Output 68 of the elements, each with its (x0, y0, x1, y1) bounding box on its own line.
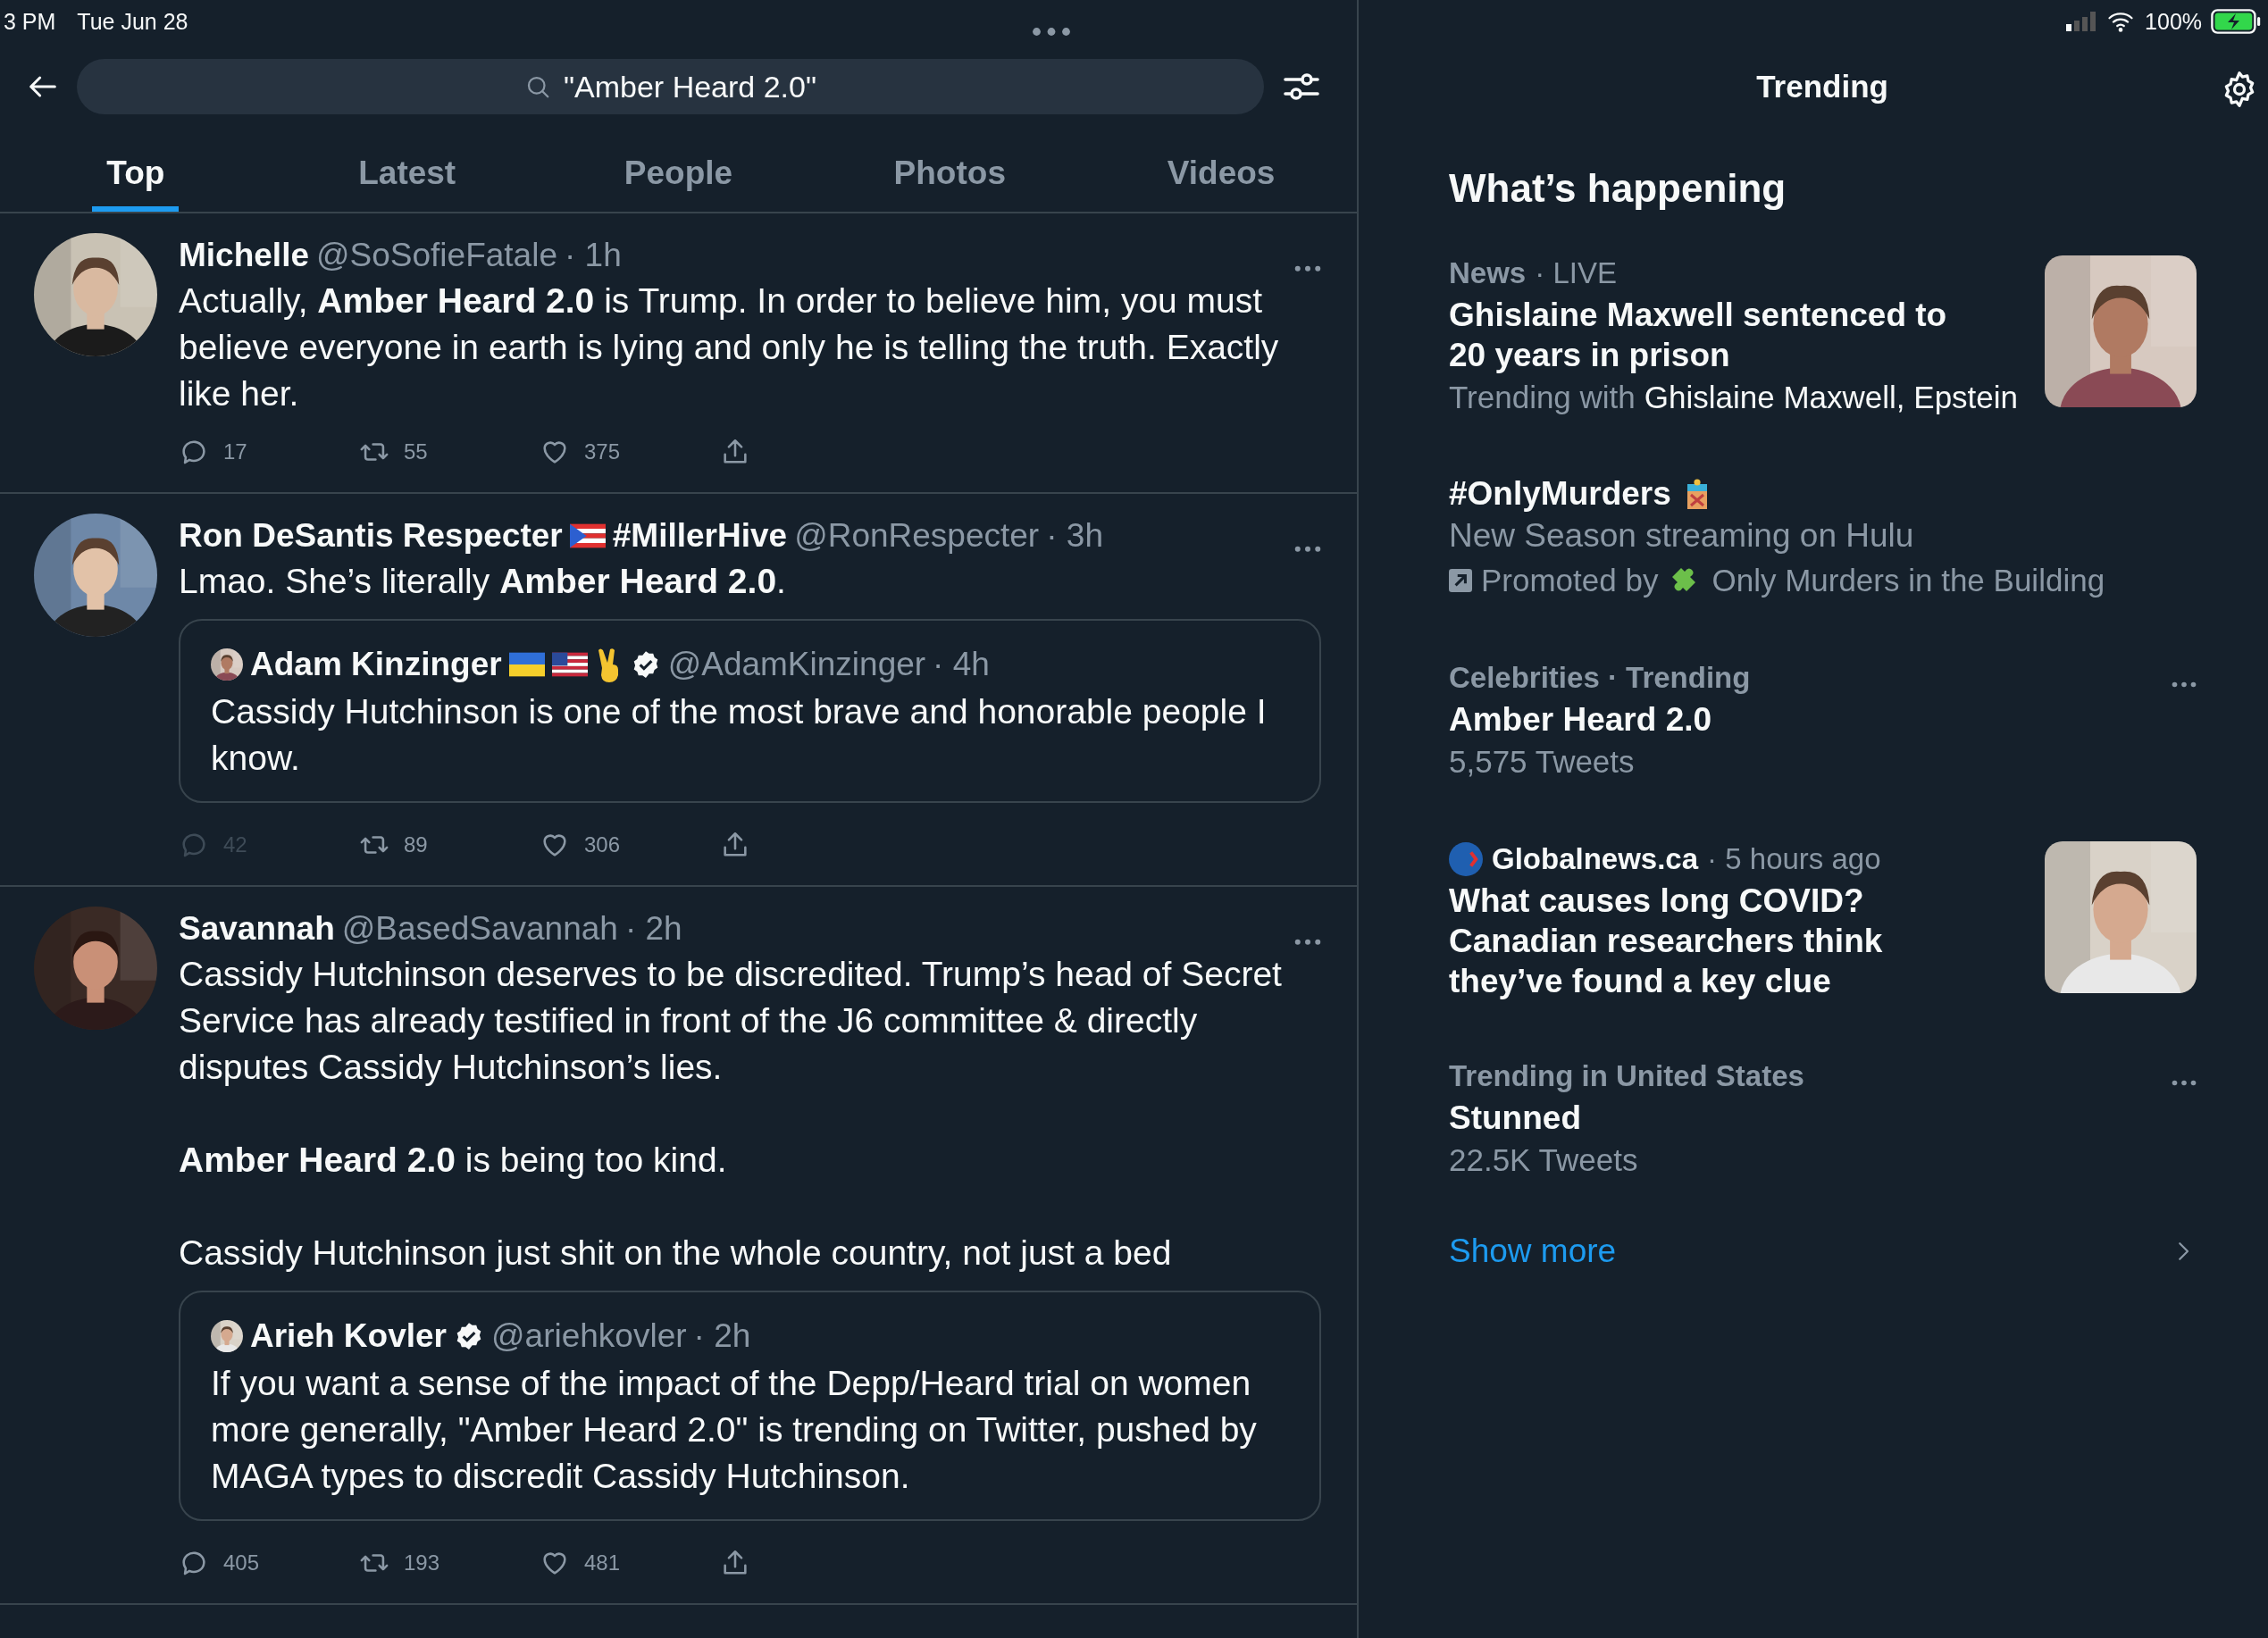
user-name: Adam Kinzinger (250, 646, 502, 683)
search-field[interactable]: "Amber Heard 2.0" (77, 59, 1264, 114)
user-name: Michelle (179, 237, 309, 274)
tweet-text: Amber Heard 2.0 is being too kind. (179, 1140, 728, 1181)
live-label: · LIVE (1535, 255, 1617, 291)
tweet-time: · 4h (933, 646, 990, 683)
trend-context: Trending in United States (1449, 1058, 1804, 1094)
tweet-text: Cassidy Hutchinson just shit on the whole country, not just a bed (179, 1233, 1173, 1274)
user-handle: @AdamKinzinger (667, 646, 926, 683)
tweet-text: Actually, Amber Heard 2.0 is Trump. In order to believe him, you must believe everyone in earth is lying and only he is telling the truth. Exactly like her. (179, 280, 1280, 414)
panel-title: Trending (1756, 69, 1888, 104)
tweet-count: 22.5K Tweets (1449, 1141, 1638, 1179)
promoted-label: Promoted by (1481, 562, 1659, 599)
trending-names: Ghislaine Maxwell, Epstein (1644, 379, 2019, 416)
trend-title: Stunned (1449, 1099, 1582, 1138)
user-name: Arieh Kovler (250, 1317, 447, 1355)
trend-context: Celebrities · Trending (1449, 660, 1751, 696)
search-query: "Amber Heard 2.0" (563, 69, 816, 104)
tweet-count: 5,575 Tweets (1449, 743, 1635, 781)
retweet-button[interactable]: 89 (359, 830, 428, 860)
user-handle: @SoSofieFatale (316, 237, 557, 274)
search-tab[interactable]: Videos (1152, 130, 1290, 212)
status-date: Tue Jun 28 (77, 8, 188, 35)
user-handle: @ariehkovler (491, 1317, 687, 1355)
tweet-time: · 1h (565, 237, 622, 274)
trend-item[interactable]: Globalnews.ca · 5 hours ago What causes long COVID? Canadian researchers think they’ve found a key clue (1359, 823, 2268, 1040)
search-tab[interactable]: Top (92, 130, 180, 212)
retweet-button[interactable]: 55 (359, 437, 428, 467)
reply-button[interactable]: 405 (179, 1548, 260, 1578)
quoted-text: Cassidy Hutchinson is one of the most brave and honorable people I know. (211, 691, 1268, 779)
search-tab[interactable]: Latest (344, 130, 471, 212)
battery-percentage: 100% (2145, 8, 2203, 35)
like-button[interactable]: 306 (540, 830, 621, 860)
search-tab[interactable]: Photos (879, 130, 1020, 212)
like-button[interactable]: 481 (540, 1548, 621, 1578)
trend-title: #OnlyMurders (1449, 474, 1671, 514)
trend-item[interactable]: Trending in United States Stunned 22.5K Tweets (1359, 1040, 2268, 1222)
trend-title: Ghislaine Maxwell sentenced to 20 years in prison (1449, 296, 1948, 375)
trending-with-label: Trending with (1449, 379, 1636, 416)
tweet-time: · 3h (1046, 517, 1103, 555)
trend-category: News (1449, 255, 1527, 291)
article-time: · 5 hours ago (1707, 841, 1881, 877)
user-name: Ron DeSantis Respecter (179, 517, 563, 555)
trend-item[interactable]: #OnlyMurders New Season streaming on Hulu Promoted by Only Murders in the Building (1359, 459, 2268, 642)
trend-item[interactable]: Celebrities · Trending Amber Heard 2.0 5,575 Tweets (1359, 642, 2268, 823)
tweet-text: Cassidy Hutchinson deserves to be discredited. Trump’s head of Secret Service has already testified in front of the J6 committee & directly disputes Cassidy Hutchinson’s lies. (179, 954, 1283, 1088)
like-button[interactable]: 375 (540, 437, 621, 467)
tweet-time: · 2h (624, 910, 682, 948)
retweet-button[interactable]: 193 (359, 1548, 440, 1578)
user-name: Savannah (179, 910, 335, 948)
quoted-text: If you want a sense of the impact of the Depp/Heard trial on women more generally, "Amber Heard 2.0" is trending on Twitter, pushed by MAGA types to discredit Cassidy Hutchinson. (211, 1363, 1258, 1497)
tweet-text: Lmao. She’s literally Amber Heard 2.0. (179, 561, 787, 602)
status-time: 3 PM (4, 8, 56, 35)
show-more-link[interactable]: Show more (1449, 1233, 1617, 1270)
trend-description: New Season streaming on Hulu (1449, 516, 1914, 556)
user-handle: @BasedSavannah (341, 910, 618, 948)
trend-title: What causes long COVID? Canadian researchers think they’ve found a key clue (1449, 882, 1884, 1001)
user-name: #MillerHive (612, 517, 788, 555)
trend-title: Amber Heard 2.0 (1449, 700, 1713, 740)
reply-button[interactable]: 17 (179, 437, 247, 467)
advertiser-name: Only Murders in the Building (1711, 562, 2105, 599)
quoted-tweet[interactable]: Adam Kinzinger @AdamKinzinger · 4h Cassidy Hutchinson is one of the most brave and honorable people I know. (179, 619, 1321, 803)
news-source: Globalnews.ca (1492, 841, 1699, 877)
tweet-time: · 2h (693, 1317, 751, 1355)
section-heading: What’s happening (1448, 165, 1787, 212)
search-tab[interactable]: People (609, 130, 748, 212)
user-handle: @RonRespecter (794, 517, 1040, 555)
trend-item[interactable]: News · LIVE Ghislaine Maxwell sentenced to 20 years in prison Trending with Ghislaine Maxwell, Epstein (1359, 238, 2268, 459)
